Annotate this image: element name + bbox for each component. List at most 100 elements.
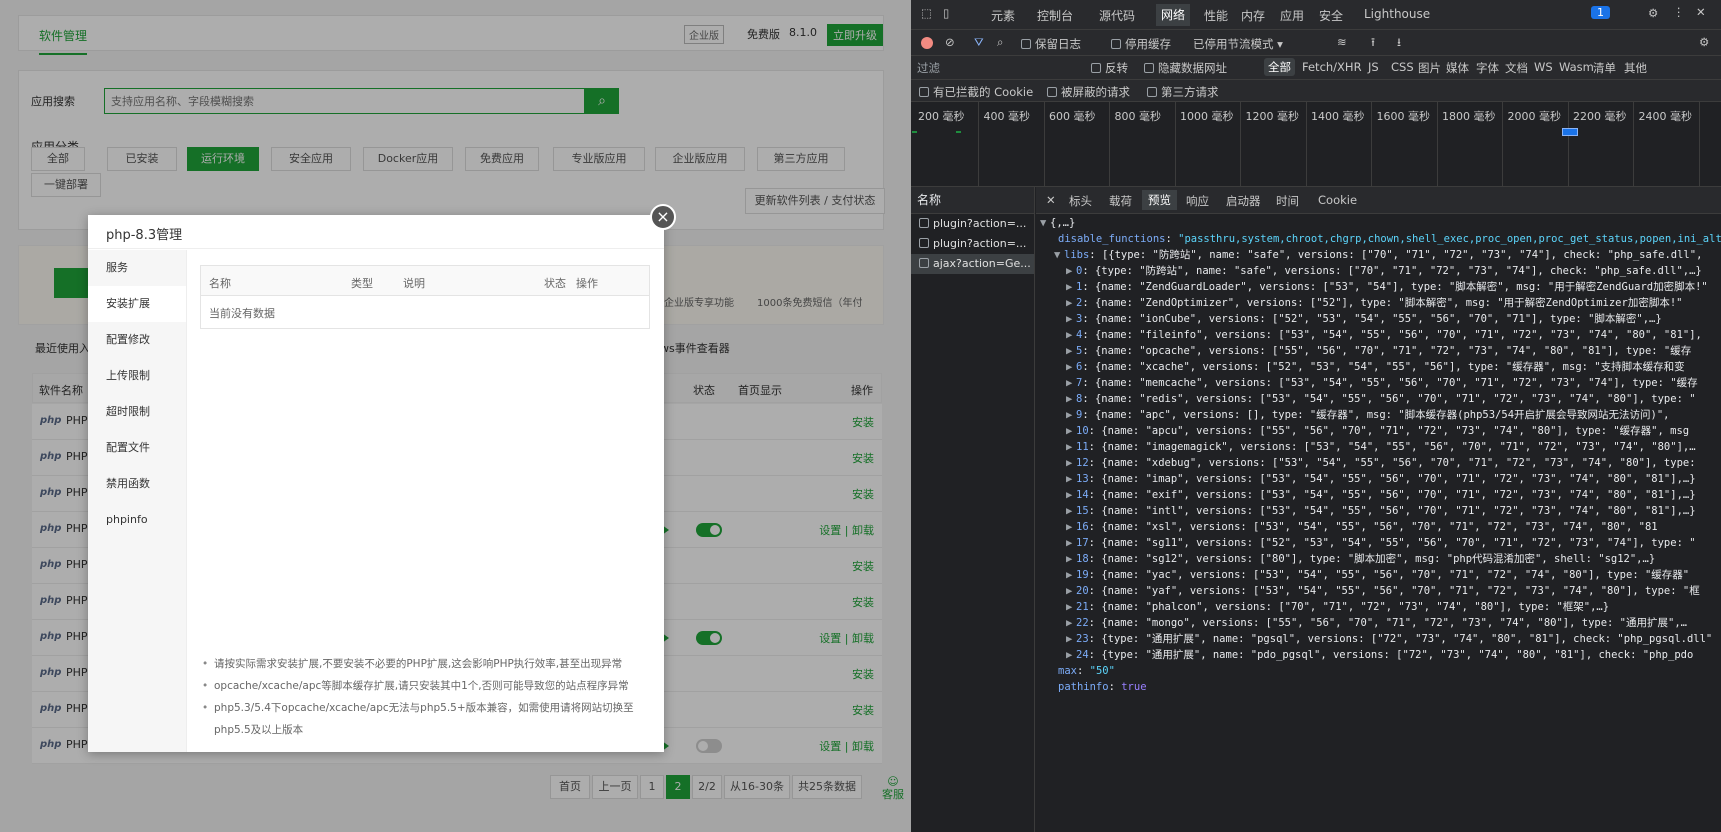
json-line[interactable]: ▶ 12: {name: "xdebug", versions: ["53", "… <box>1036 455 1721 471</box>
search-icon[interactable]: ⌕ <box>997 35 1003 50</box>
json-line[interactable]: ▶ 17: {name: "sg11", versions: ["52", "53… <box>1036 535 1721 551</box>
expand-right-icon[interactable]: ▶ <box>1066 471 1076 487</box>
disable-cache-checkbox[interactable]: 停用缓存 <box>1111 36 1171 52</box>
request-item[interactable]: ajax?action=Ge... <box>911 254 1034 274</box>
gear-icon[interactable]: ⚙ <box>1648 6 1658 20</box>
expand-right-icon[interactable]: ▶ <box>1066 343 1076 359</box>
network-overview[interactable]: 200 毫秒 400 毫秒 600 毫秒 800 毫秒 1000 毫秒 1200 毫秒 14… <box>911 102 1721 187</box>
detail-tab-4[interactable]: 启动器 <box>1226 193 1261 209</box>
device-icon[interactable]: ▯ <box>943 6 949 20</box>
expand-right-icon[interactable]: ▶ <box>1066 375 1076 391</box>
json-line[interactable]: ▶ 2: {name: "ZendOptimizer", versions: ["… <box>1036 295 1721 311</box>
preserve-log-checkbox[interactable]: 保留日志 <box>1021 36 1081 52</box>
modal-menu-7[interactable]: phpinfo <box>88 502 186 538</box>
filter-icon[interactable]: ⛛ <box>974 35 984 50</box>
expand-right-icon[interactable]: ▶ <box>1066 423 1076 439</box>
type-7[interactable]: WS <box>1534 60 1553 74</box>
json-line[interactable]: ▶ 5: {name: "opcache", versions: ["55", "… <box>1036 343 1721 359</box>
type-2[interactable]: CSS <box>1391 60 1414 74</box>
expand-right-icon[interactable]: ▶ <box>1066 311 1076 327</box>
devtools-tab-4[interactable]: 性能 <box>1204 7 1228 24</box>
expand-right-icon[interactable]: ▶ <box>1066 279 1076 295</box>
type-0[interactable]: Fetch/XHR <box>1302 60 1362 74</box>
settings-icon[interactable]: ⚙ <box>1699 35 1709 49</box>
devtools-tab-3[interactable]: 网络 <box>1156 4 1191 26</box>
request-item[interactable]: plugin?action=... <box>911 214 1034 234</box>
json-line[interactable]: ▶ 0: {type: "防跨站", name: "safe", versions… <box>1036 263 1721 279</box>
hide-data-url-checkbox[interactable]: 隐藏数据网址 <box>1144 60 1227 76</box>
expand-right-icon[interactable]: ▶ <box>1066 327 1076 343</box>
modal-menu-1[interactable]: 安装扩展 <box>88 286 186 322</box>
filter-input[interactable]: 过滤 <box>917 60 940 76</box>
json-line[interactable]: ▶ 4: {name: "fileinfo", versions: ["53", … <box>1036 327 1721 343</box>
request-item[interactable]: plugin?action=... <box>911 234 1034 254</box>
blocked-request-checkbox[interactable]: 被屏蔽的请求 <box>1047 84 1130 100</box>
detail-tab-1[interactable]: 载荷 <box>1109 193 1132 209</box>
detail-tab-3[interactable]: 响应 <box>1186 193 1209 209</box>
json-line[interactable]: ▶ 7: {name: "memcache", versions: ["53", … <box>1036 375 1721 391</box>
devtools-tab-8[interactable]: Lighthouse <box>1364 7 1430 21</box>
expand-right-icon[interactable]: ▶ <box>1066 487 1076 503</box>
devtools-tab-2[interactable]: 源代码 <box>1099 7 1135 24</box>
json-line[interactable]: ▶ 10: {name: "apcu", versions: ["55", "56… <box>1036 423 1721 439</box>
more-icon[interactable]: ⋮ <box>1673 5 1685 19</box>
detail-tab-6[interactable]: Cookie <box>1318 193 1357 207</box>
json-line[interactable]: ▶ 3: {name: "ionCube", versions: ["52", "… <box>1036 311 1721 327</box>
json-line[interactable]: ▼ {,…} <box>1036 215 1721 231</box>
expand-right-icon[interactable]: ▶ <box>1066 295 1076 311</box>
throttle-select[interactable]: 已停用节流模式 ▾ <box>1193 36 1283 52</box>
type-6[interactable]: 文档 <box>1505 60 1528 76</box>
request-checkbox[interactable] <box>919 238 929 248</box>
expand-right-icon[interactable]: ▶ <box>1066 359 1076 375</box>
modal-menu-0[interactable]: 服务 <box>88 250 186 286</box>
devtools-tab-7[interactable]: 安全 <box>1319 7 1343 24</box>
expand-right-icon[interactable]: ▶ <box>1066 567 1076 583</box>
json-line[interactable]: ▶ 1: {name: "ZendGuardLoader", versions: … <box>1036 279 1721 295</box>
type-1[interactable]: JS <box>1368 60 1379 74</box>
devtools-tab-6[interactable]: 应用 <box>1280 7 1304 24</box>
type-5[interactable]: 字体 <box>1476 60 1499 76</box>
type-3[interactable]: 图片 <box>1418 60 1441 76</box>
type-9[interactable]: 清单 <box>1593 60 1616 76</box>
expand-right-icon[interactable]: ▶ <box>1066 535 1076 551</box>
modal-menu-2[interactable]: 配置修改 <box>88 322 186 358</box>
type-all[interactable]: 全部 <box>1264 58 1295 76</box>
json-line[interactable]: ▶ 19: {name: "yac", versions: ["53", "54"… <box>1036 567 1721 583</box>
wifi-icon[interactable]: ≋ <box>1337 35 1347 49</box>
expand-right-icon[interactable]: ▶ <box>1066 407 1076 423</box>
expand-down-icon[interactable]: ▼ <box>1054 247 1064 263</box>
expand-right-icon[interactable]: ▶ <box>1066 519 1076 535</box>
json-line[interactable]: ▶ 15: {name: "intl", versions: ["53", "54… <box>1036 503 1721 519</box>
type-8[interactable]: Wasm <box>1559 60 1594 74</box>
issues-badge[interactable]: 1 <box>1591 6 1610 19</box>
json-line[interactable]: ▶ 6: {name: "xcache", versions: ["52", "5… <box>1036 359 1721 375</box>
expand-down-icon[interactable]: ▼ <box>1040 215 1050 231</box>
download-icon[interactable]: ⭳ <box>1397 35 1401 54</box>
expand-right-icon[interactable]: ▶ <box>1066 263 1076 279</box>
modal-menu-6[interactable]: 禁用函数 <box>88 466 186 502</box>
detail-tab-0[interactable]: 标头 <box>1069 193 1092 209</box>
devtools-tab-5[interactable]: 内存 <box>1241 7 1265 24</box>
json-line[interactable]: ▶ 23: {type: "通用扩展", name: "pgsql", versi… <box>1036 631 1721 647</box>
inspect-icon[interactable]: ⬚ <box>921 6 932 20</box>
json-line[interactable]: ▶ 16: {name: "xsl", versions: ["53", "54"… <box>1036 519 1721 535</box>
close-detail-icon[interactable]: ✕ <box>1046 193 1056 207</box>
json-line[interactable]: ▶ 13: {name: "imap", versions: ["53", "54… <box>1036 471 1721 487</box>
blocked-cookie-checkbox[interactable]: 有已拦截的 Cookie <box>919 84 1033 100</box>
close-icon[interactable]: × <box>650 204 676 230</box>
expand-right-icon[interactable]: ▶ <box>1066 503 1076 519</box>
json-line[interactable]: ▶ 24: {type: "通用扩展", name: "pdo_pgsql", v… <box>1036 647 1721 663</box>
expand-right-icon[interactable]: ▶ <box>1066 391 1076 407</box>
expand-right-icon[interactable]: ▶ <box>1066 631 1076 647</box>
request-checkbox[interactable] <box>919 258 929 268</box>
json-line[interactable]: ▶ 21: {name: "phalcon", versions: ["70", … <box>1036 599 1721 615</box>
modal-menu-3[interactable]: 上传限制 <box>88 358 186 394</box>
close-devtools-icon[interactable]: ✕ <box>1696 5 1706 19</box>
expand-right-icon[interactable]: ▶ <box>1066 551 1076 567</box>
json-line[interactable]: ▶ 11: {name: "imagemagick", versions: ["5… <box>1036 439 1721 455</box>
expand-right-icon[interactable]: ▶ <box>1066 615 1076 631</box>
json-line[interactable]: ▶ 14: {name: "exif", versions: ["53", "54… <box>1036 487 1721 503</box>
json-line[interactable]: ▶ 22: {name: "mongo", versions: ["55", "5… <box>1036 615 1721 631</box>
third-party-checkbox[interactable]: 第三方请求 <box>1147 84 1219 100</box>
type-4[interactable]: 媒体 <box>1446 60 1469 76</box>
